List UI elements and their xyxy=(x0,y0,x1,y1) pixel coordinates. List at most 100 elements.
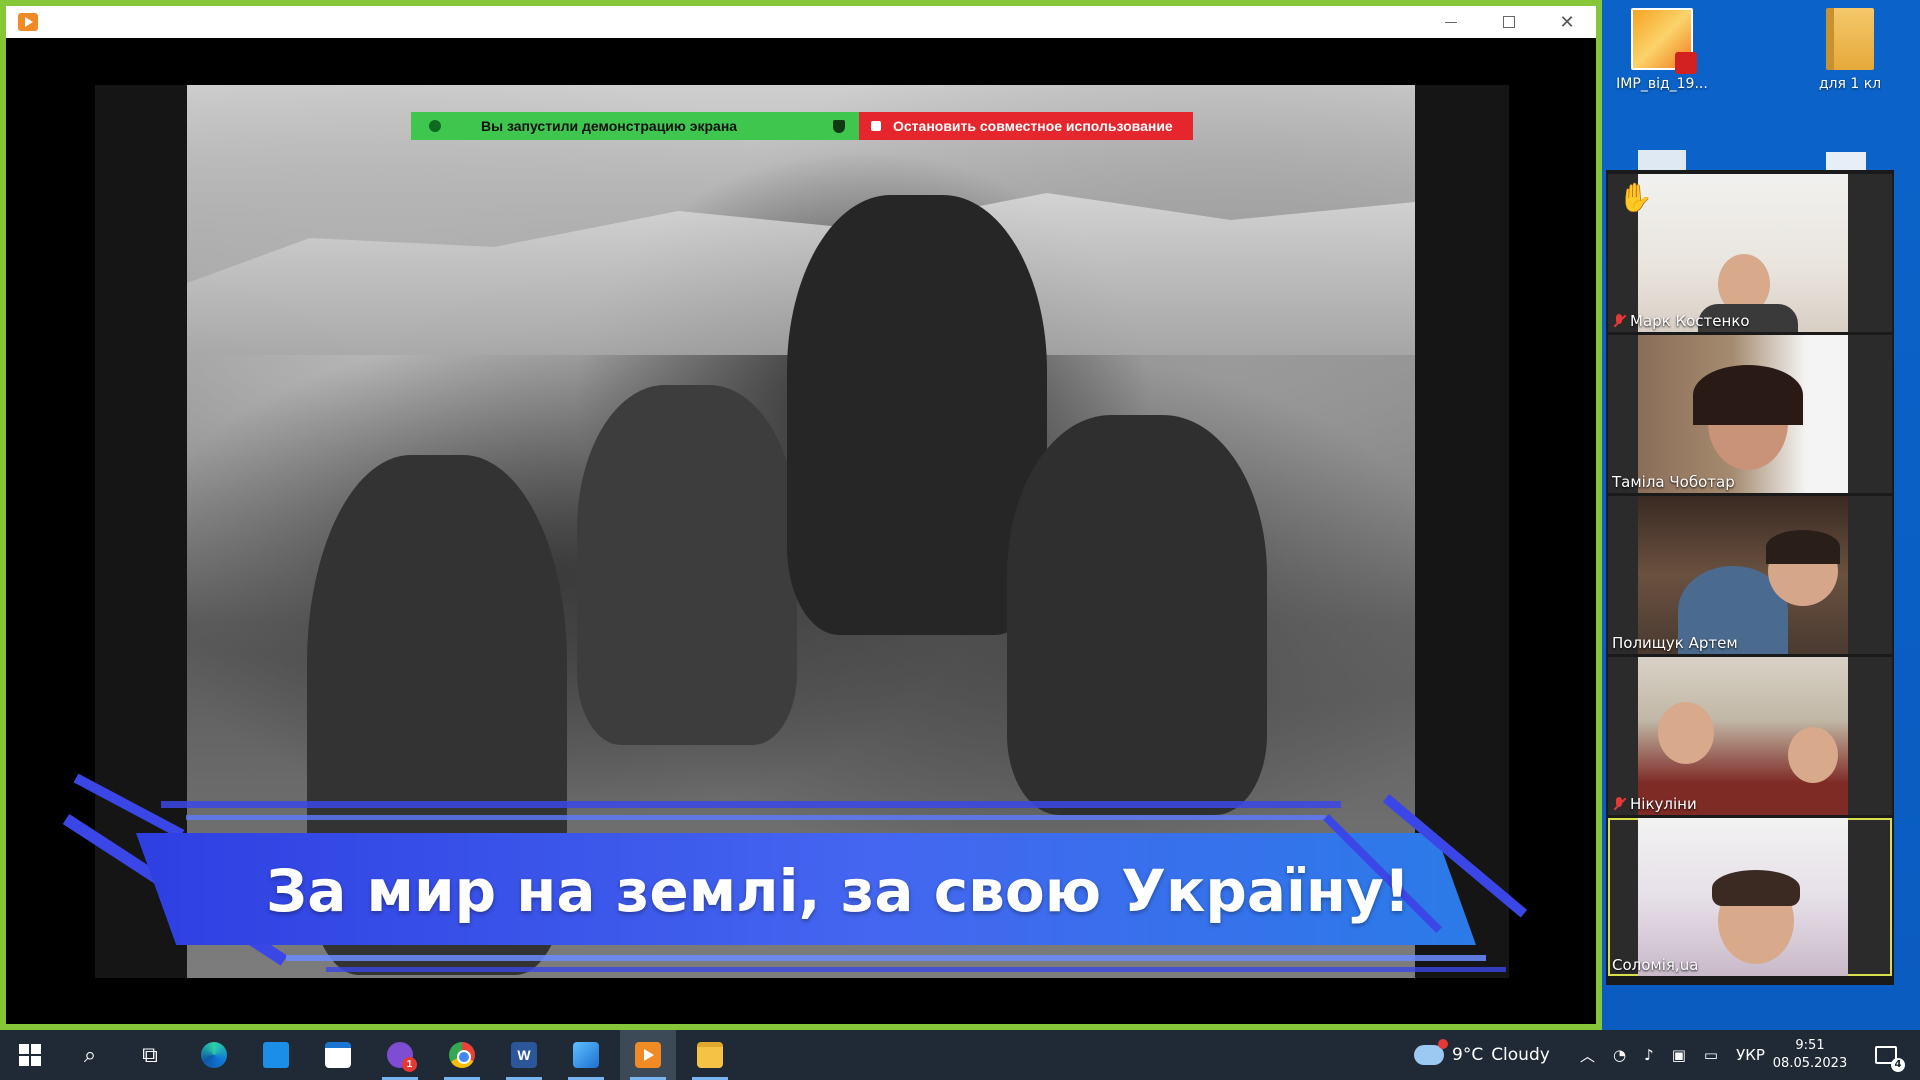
folder-icon xyxy=(1826,8,1874,70)
participant-face xyxy=(1658,702,1714,764)
clock[interactable]: 9:51 08.05.2023 xyxy=(1770,1030,1850,1080)
maximize-icon xyxy=(1503,16,1515,28)
participant-video xyxy=(1638,657,1848,815)
taskbar-app-viber[interactable]: 1 xyxy=(372,1030,428,1080)
participant-tile[interactable]: Таміла Чоботар xyxy=(1608,335,1892,493)
notification-badge: 1 xyxy=(402,1057,417,1072)
maximize-button[interactable] xyxy=(1480,6,1538,38)
participant-video xyxy=(1638,496,1848,654)
taskbar-app-word[interactable]: W xyxy=(496,1030,552,1080)
volume-icon[interactable]: ♪ xyxy=(1644,1046,1654,1064)
mail-icon xyxy=(263,1042,289,1068)
desktop-icon-pdf[interactable]: ІМР_від_19... xyxy=(1602,8,1722,92)
participant-hair xyxy=(1766,530,1840,564)
slide-caption-ribbon: За мир на землі, за свою Україну! xyxy=(62,773,1546,983)
weather-temperature: 9°C xyxy=(1452,1045,1484,1065)
participant-name: Таміла Чоботар xyxy=(1612,473,1735,491)
search-button[interactable]: ⌕ xyxy=(62,1030,118,1080)
participant-name-label: Таміла Чоботар xyxy=(1612,473,1735,491)
store-icon xyxy=(325,1042,351,1068)
windows-logo-icon xyxy=(19,1044,41,1066)
participant-video xyxy=(1638,818,1848,976)
participant-video xyxy=(1638,174,1848,332)
slide-caption-text: За мир на землі, за свою Україну! xyxy=(266,857,1411,925)
soldier-figure xyxy=(577,385,797,745)
screen-share-status-banner: Вы запустили демонстрацию экрана xyxy=(411,112,859,140)
start-button[interactable] xyxy=(2,1030,58,1080)
taskbar-app-chrome[interactable] xyxy=(434,1030,490,1080)
participant-name: Марк Костенко xyxy=(1630,312,1750,330)
participant-face xyxy=(1788,727,1838,783)
participants-video-panel: ✋ Марк Костенко Таміла Чоботар Полищук А… xyxy=(1606,170,1894,985)
weather-widget[interactable]: 9°C Cloudy xyxy=(1414,1030,1550,1080)
participant-tile-active-speaker[interactable]: Соломія,ua xyxy=(1608,818,1892,976)
participant-name: Нікуліни xyxy=(1630,795,1697,813)
zoom-meeting-window: ✕ Вы запустили демонстрацию экрана Остан… xyxy=(0,0,1602,1030)
share-status-icon xyxy=(429,120,441,132)
mic-muted-icon xyxy=(1612,314,1626,328)
minimize-icon xyxy=(1445,21,1457,23)
system-tray: ︿ ◔ ♪ ▣ ▭ УКР xyxy=(1580,1030,1765,1080)
zoom-icon xyxy=(635,1042,661,1068)
ribbon-stripe xyxy=(326,967,1506,972)
taskbar-app-zoom[interactable] xyxy=(620,1030,676,1080)
desktop-icon-label: для 1 кл xyxy=(1818,76,1882,92)
weather-condition: Cloudy xyxy=(1491,1045,1550,1065)
viber-icon: 1 xyxy=(387,1042,417,1072)
taskbar-app-file-explorer[interactable] xyxy=(682,1030,738,1080)
chevron-up-icon[interactable]: ︿ xyxy=(1580,1045,1595,1066)
participant-hair xyxy=(1693,365,1803,425)
close-button[interactable]: ✕ xyxy=(1538,6,1596,38)
notification-center-button[interactable]: 4 xyxy=(1866,1030,1906,1080)
clock-time: 9:51 xyxy=(1795,1038,1825,1053)
soldier-figure xyxy=(1007,415,1267,815)
close-icon: ✕ xyxy=(1559,11,1575,33)
desktop-icon-partial[interactable] xyxy=(1638,150,1686,170)
word-icon: W xyxy=(511,1042,537,1068)
stop-share-label: Остановить совместное использование xyxy=(893,118,1173,134)
search-icon: ⌕ xyxy=(83,1042,97,1068)
task-view-button[interactable]: ⧉ xyxy=(122,1030,178,1080)
taskbar-app-edge[interactable] xyxy=(186,1030,242,1080)
pdf-file-icon xyxy=(1631,8,1697,74)
participant-name-label: Нікуліни xyxy=(1612,795,1697,813)
folder-icon xyxy=(697,1042,723,1068)
window-titlebar[interactable]: ✕ xyxy=(6,6,1596,38)
participant-tile[interactable]: ✋ Марк Костенко xyxy=(1608,174,1892,332)
shield-icon xyxy=(833,120,845,133)
taskbar-app-mail[interactable] xyxy=(248,1030,304,1080)
taskbar-app-photos[interactable] xyxy=(558,1030,614,1080)
participant-name-label: Марк Костенко xyxy=(1612,312,1750,330)
desktop-icon-label: ІМР_від_19... xyxy=(1616,76,1708,92)
windows-taskbar: ⌕ ⧉ 1 W 9°C Cloudy ︿ ◔ ♪ ▣ ▭ УКР 9:51 08… xyxy=(0,1030,1920,1080)
raised-hand-icon: ✋ xyxy=(1618,182,1653,213)
photos-icon xyxy=(573,1042,599,1068)
language-indicator[interactable]: УКР xyxy=(1736,1046,1765,1064)
desktop-icon-folder[interactable]: для 1 кл xyxy=(1790,8,1910,92)
device-icon[interactable]: ▣ xyxy=(1672,1046,1686,1064)
shared-screen-area: Вы запустили демонстрацию экрана Останов… xyxy=(6,38,1596,1024)
ribbon-stripe xyxy=(286,955,1486,961)
chrome-icon xyxy=(449,1042,475,1068)
battery-icon[interactable]: ▭ xyxy=(1704,1046,1718,1064)
participant-tile[interactable]: Нікуліни xyxy=(1608,657,1892,815)
task-view-icon: ⧉ xyxy=(142,1042,158,1068)
edge-icon xyxy=(201,1042,227,1068)
ribbon-stripe xyxy=(186,815,1326,820)
participant-name-label: Полищук Артем xyxy=(1612,634,1738,652)
stop-share-button[interactable]: Остановить совместное использование xyxy=(859,112,1193,140)
participant-name-label: Соломія,ua xyxy=(1612,956,1698,974)
mic-muted-icon xyxy=(1612,797,1626,811)
share-status-text: Вы запустили демонстрацию экрана xyxy=(481,118,738,134)
participant-tile[interactable]: Полищук Артем xyxy=(1608,496,1892,654)
desktop-icon-partial[interactable] xyxy=(1826,152,1866,170)
taskbar-app-store[interactable] xyxy=(310,1030,366,1080)
participant-name: Полищук Артем xyxy=(1612,634,1738,652)
minimize-button[interactable] xyxy=(1422,6,1480,38)
ribbon-stripe xyxy=(161,801,1341,808)
participant-name: Соломія,ua xyxy=(1612,956,1699,974)
wifi-icon[interactable]: ◔ xyxy=(1613,1046,1626,1064)
notification-icon: 4 xyxy=(1875,1046,1905,1072)
clock-date: 08.05.2023 xyxy=(1772,1056,1848,1071)
notification-count: 4 xyxy=(1891,1058,1905,1072)
